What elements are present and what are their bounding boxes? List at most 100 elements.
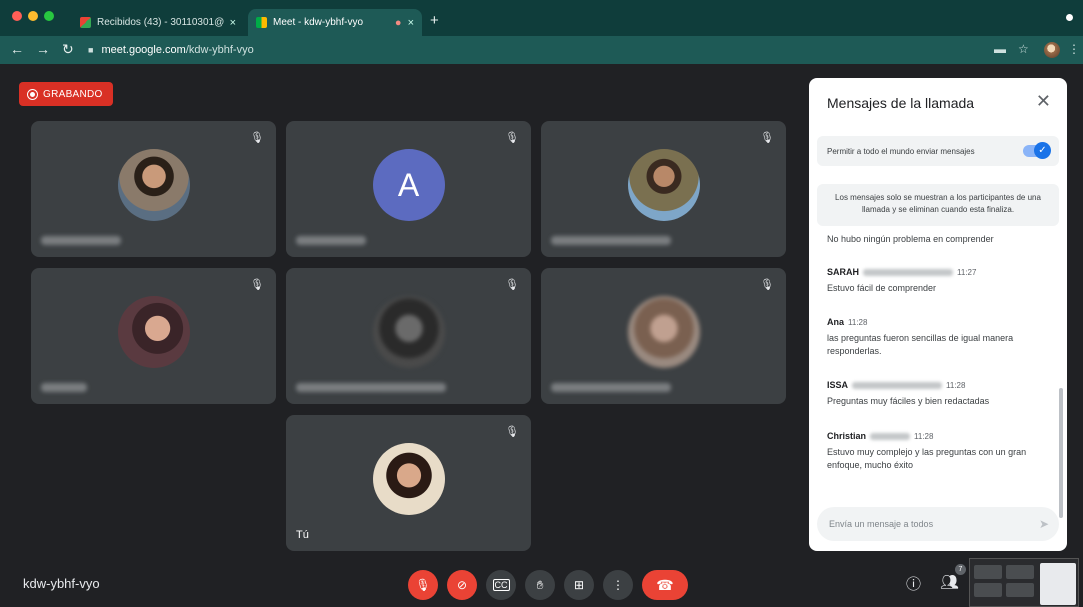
tab-meet[interactable]: Meet - kdw-ybhf-vyo ● × [248,9,422,36]
message-text: Estuvo fácil de comprender [827,283,937,293]
chat-panel: Mensajes de la llamada ✕ Permitir a todo… [809,78,1067,551]
participant-tile[interactable]: 🎙︎ [31,121,276,257]
info-icon[interactable]: ⓘ [906,573,921,594]
recording-badge: GRABANDO [19,82,113,106]
participant-tile[interactable]: 🎙︎ [541,121,786,257]
message-sender: ISSA [827,380,849,390]
hang-up-icon: ☎︎ [656,576,674,593]
message-text: las preguntas fueron sencillas de igual … [827,333,1014,356]
mic-off-icon: 🎙︎ [250,132,264,144]
meeting-code: kdw-ybhf-vyo [23,576,100,591]
lock-icon: ■ [88,45,94,55]
chat-message: ISSA 11:28 Preguntas muy fáciles y bien r… [827,380,1052,408]
chat-message: SARAH 11:27 Estuvo fácil de comprender [827,267,1052,295]
hand-icon: ✋︎ [536,577,544,592]
avatar [117,296,190,368]
tab-close-icon[interactable]: × [408,17,414,29]
mic-off-icon: 🎙︎ [760,132,774,144]
maximize-window-icon[interactable] [44,11,54,21]
camera-off-button[interactable]: ⊘ [447,570,477,600]
url-field[interactable]: ■ meet.google.com/kdw-ybhf-vyo [88,39,988,61]
mic-off-icon: 🎙︎ [505,426,519,438]
mic-off-icon: 🎙︎ [505,279,519,291]
message-text: No hubo ningún problema en comprender [827,234,994,244]
close-window-icon[interactable] [12,11,22,21]
message-time: 11:27 [957,267,977,277]
chat-title: Mensajes de la llamada [827,95,975,111]
reload-icon[interactable]: ↻ [62,41,74,58]
participant-name [551,383,671,392]
tab-label: Recibidos (43) - 30110301@u [97,17,224,28]
mic-off-icon: 🎙︎ [415,578,431,592]
participant-tile-self[interactable]: 🎙︎ Tú [286,415,531,551]
close-icon[interactable]: ✕ [1036,91,1051,112]
redacted-name [870,432,911,440]
chat-input[interactable]: Envía un mensaje a todos ➤ [817,507,1059,541]
mic-off-button[interactable]: 🎙︎ [408,570,438,600]
permission-toggle[interactable] [1023,142,1051,159]
message-time: 11:28 [848,317,868,327]
recording-dot-icon: ● [394,16,402,29]
message-sender: SARAH [827,267,860,277]
raise-hand-button[interactable]: ✋︎ [525,570,555,600]
avatar [627,149,700,221]
mic-off-icon: 🎙︎ [760,279,774,291]
gmail-icon [80,17,91,28]
participant-name [41,236,121,245]
meet-icon [256,17,267,28]
mic-off-icon: 🎙︎ [250,279,264,291]
participant-name [41,383,87,392]
participant-tile[interactable]: 🎙︎ A [286,121,531,257]
leave-call-button[interactable]: ☎︎ [642,570,688,600]
message-sender: Christian [827,431,867,441]
message-time: 11:28 [914,431,934,441]
chat-message: No hubo ningún problema en comprender [827,233,1052,246]
new-tab-button[interactable]: + [430,12,439,29]
avatar [372,443,445,515]
participant-name: Tú [296,529,309,541]
forward-icon[interactable]: → [36,41,50,57]
participant-tile[interactable]: 🎙︎ [541,268,786,404]
participant-tile[interactable]: 🎙︎ [31,268,276,404]
participant-name [551,236,671,245]
url-path: /kdw-ybhf-vyo [185,44,254,56]
present-icon: ⊞ [573,578,585,592]
record-icon [27,88,38,100]
minimize-window-icon[interactable] [28,11,38,21]
redacted-name [852,381,943,389]
message-sender: Ana [827,317,845,327]
message-text: Preguntas muy fáciles y bien redactadas [827,396,990,406]
captions-icon: CC [492,579,510,591]
participant-name [296,236,366,245]
avatar [372,296,445,368]
message-text: Estuvo muy complejo y las preguntas con … [827,447,1027,470]
avatar [627,296,700,368]
tab-label: Meet - kdw-ybhf-vyo [273,17,364,28]
chat-scrollbar[interactable] [1059,388,1063,518]
tab-close-icon[interactable]: × [230,17,236,29]
mic-off-icon: 🎙︎ [505,132,519,144]
back-icon[interactable]: ← [10,41,24,57]
captions-button[interactable]: CC [486,570,516,600]
present-screen-button[interactable]: ⊞ [564,570,594,600]
people-icon[interactable]: 👥︎ [940,573,959,591]
participant-tile[interactable]: 🎙︎ [286,268,531,404]
bookmark-star-icon[interactable]: ☆ [1018,42,1029,56]
address-bar: ← → ↻ ■ meet.google.com/kdw-ybhf-vyo ▬ ☆… [0,36,1083,64]
chat-message: Christian 11:28 Estuvo muy complejo y las… [827,431,1052,472]
browser-menu-icon[interactable] [1064,12,1075,23]
more-vert-icon[interactable]: ⋮ [1068,42,1080,56]
chat-notice: Los mensajes solo se muestran a los part… [817,184,1059,226]
message-time: 11:28 [946,380,966,390]
self-view-thumbnail[interactable] [969,558,1079,607]
permission-row: Permitir a todo el mundo enviar mensajes [817,136,1059,166]
redacted-name [863,268,954,276]
participant-count-badge: 7 [955,564,966,575]
avatar-letter: A [372,149,445,221]
more-options-button[interactable]: ⋮ [603,570,633,600]
profile-avatar[interactable] [1044,42,1060,58]
permission-label: Permitir a todo el mundo enviar mensajes [827,146,975,156]
send-icon[interactable]: ➤ [1039,517,1049,531]
tab-gmail[interactable]: Recibidos (43) - 30110301@u × [72,9,244,36]
camera-icon[interactable]: ▬ [994,42,1006,56]
